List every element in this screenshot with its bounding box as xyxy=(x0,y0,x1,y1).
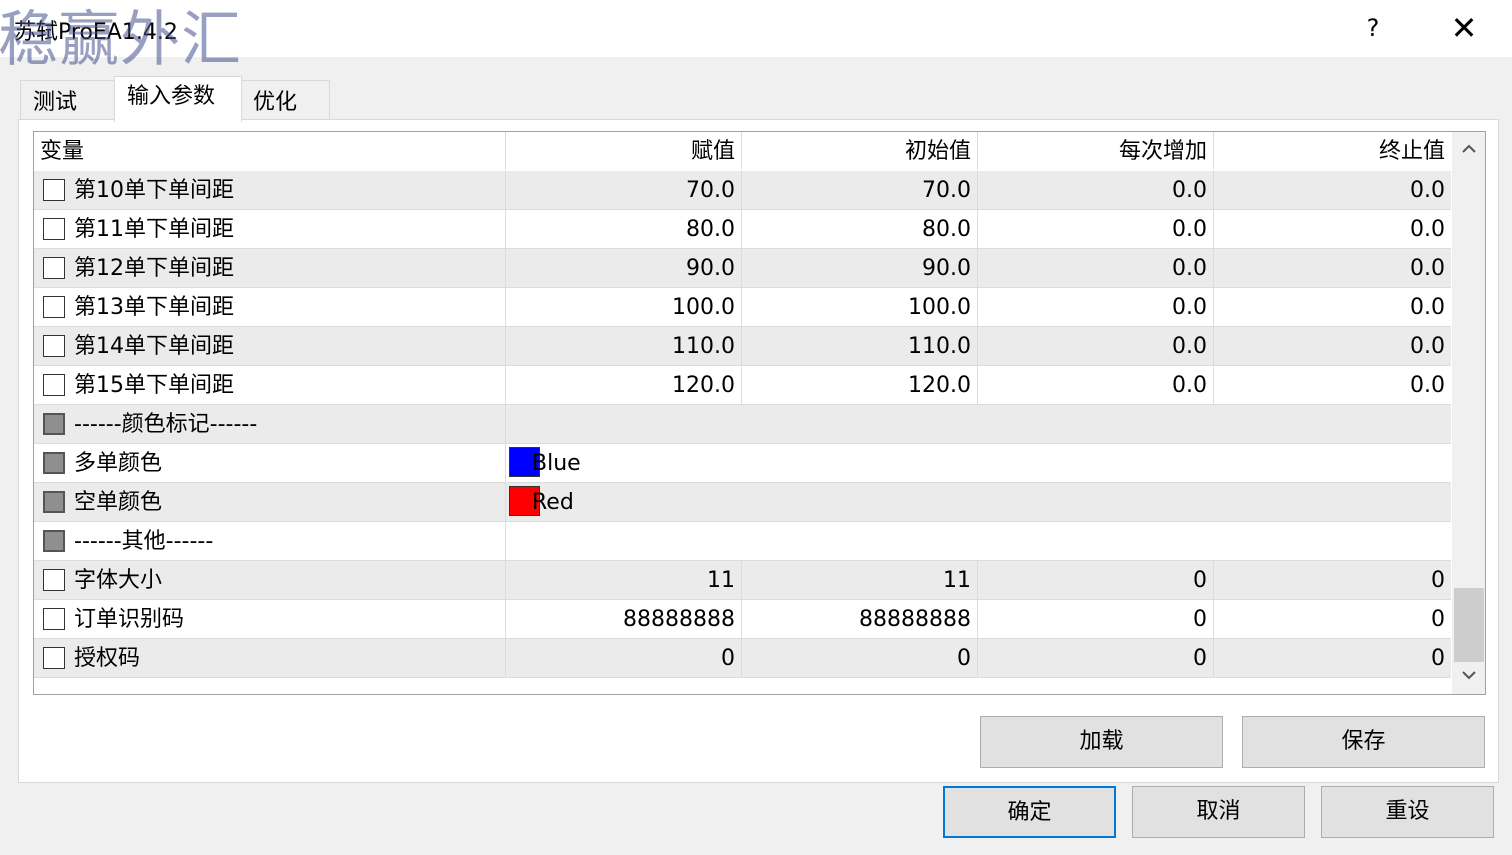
save-button[interactable]: 保存 xyxy=(1242,716,1485,768)
param-name: 授权码 xyxy=(34,639,506,677)
param-start[interactable]: 110.0 xyxy=(742,327,978,365)
param-name: 字体大小 xyxy=(34,561,506,599)
param-value[interactable]: 120.0 xyxy=(506,366,742,404)
param-name: 订单识别码 xyxy=(34,600,506,638)
param-start[interactable]: 90.0 xyxy=(742,249,978,287)
param-value[interactable]: Blue xyxy=(506,444,1451,482)
table-row[interactable]: 第13单下单间距 100.0 100.0 0.0 0.0 xyxy=(34,288,1451,327)
param-value[interactable]: 110.0 xyxy=(506,327,742,365)
title-bar: 苏轼ProEA1.4.2 稳赢外汇 ? ✕ xyxy=(0,0,1512,75)
table-row[interactable]: 授权码 0 0 0 0 xyxy=(34,639,1451,678)
table-row[interactable]: 订单识别码 88888888 88888888 0 0 xyxy=(34,600,1451,639)
table-row[interactable]: 空单颜色 Red xyxy=(34,483,1451,522)
parameters-grid: 变量 赋值 初始值 每次增加 终止值 第10单下单间距 70.0 70.0 0.… xyxy=(33,131,1486,695)
param-step[interactable]: 0.0 xyxy=(978,249,1214,287)
header-variable[interactable]: 变量 xyxy=(34,132,506,170)
param-stop[interactable]: 0 xyxy=(1214,639,1451,677)
param-start[interactable]: 11 xyxy=(742,561,978,599)
tab-optimize[interactable]: 优化 xyxy=(240,80,330,120)
param-value[interactable]: 100.0 xyxy=(506,288,742,326)
reset-button[interactable]: 重设 xyxy=(1321,786,1494,838)
param-start[interactable]: 120.0 xyxy=(742,366,978,404)
table-row[interactable]: 字体大小 11 11 0 0 xyxy=(34,561,1451,600)
param-step[interactable]: 0 xyxy=(978,561,1214,599)
param-name: 第12单下单间距 xyxy=(34,249,506,287)
vertical-scrollbar[interactable] xyxy=(1452,132,1485,694)
param-start[interactable]: 70.0 xyxy=(742,171,978,209)
param-value[interactable] xyxy=(506,522,1451,560)
param-name: ------颜色标记------ xyxy=(34,405,506,443)
load-button[interactable]: 加载 xyxy=(980,716,1223,768)
close-button[interactable]: ✕ xyxy=(1446,10,1482,46)
window-title: 苏轼ProEA1.4.2 xyxy=(14,20,178,45)
param-value[interactable]: Red xyxy=(506,483,1451,521)
param-stop[interactable]: 0.0 xyxy=(1214,366,1451,404)
header-value[interactable]: 赋值 xyxy=(506,132,742,170)
table-row[interactable]: 第10单下单间距 70.0 70.0 0.0 0.0 xyxy=(34,171,1451,210)
param-stop[interactable]: 0 xyxy=(1214,600,1451,638)
param-step[interactable]: 0.0 xyxy=(978,366,1214,404)
cancel-button[interactable]: 取消 xyxy=(1132,786,1305,838)
param-stop[interactable]: 0.0 xyxy=(1214,327,1451,365)
ok-button[interactable]: 确定 xyxy=(943,786,1116,838)
param-name: 空单颜色 xyxy=(34,483,506,521)
table-row[interactable]: 第15单下单间距 120.0 120.0 0.0 0.0 xyxy=(34,366,1451,405)
param-stop[interactable]: 0.0 xyxy=(1214,288,1451,326)
param-start[interactable]: 0 xyxy=(742,639,978,677)
chevron-down-icon[interactable] xyxy=(1452,658,1485,694)
table-row[interactable]: 第14单下单间距 110.0 110.0 0.0 0.0 xyxy=(34,327,1451,366)
param-step[interactable]: 0.0 xyxy=(978,171,1214,209)
param-name: 第15单下单间距 xyxy=(34,366,506,404)
table-row[interactable]: 多单颜色 Blue xyxy=(34,444,1451,483)
param-step[interactable]: 0 xyxy=(978,639,1214,677)
table-row[interactable]: ------其他------ xyxy=(34,522,1451,561)
param-stop[interactable]: 0.0 xyxy=(1214,249,1451,287)
table-row[interactable]: 第12单下单间距 90.0 90.0 0.0 0.0 xyxy=(34,249,1451,288)
param-name: 第11单下单间距 xyxy=(34,210,506,248)
help-button[interactable]: ? xyxy=(1356,10,1390,46)
param-value[interactable]: 11 xyxy=(506,561,742,599)
chevron-up-icon[interactable] xyxy=(1452,132,1485,168)
param-start[interactable]: 88888888 xyxy=(742,600,978,638)
grid-header: 变量 赋值 初始值 每次增加 终止值 xyxy=(34,132,1451,171)
table-row[interactable]: 第11单下单间距 80.0 80.0 0.0 0.0 xyxy=(34,210,1451,249)
param-value[interactable]: 70.0 xyxy=(506,171,742,209)
param-value[interactable]: 80.0 xyxy=(506,210,742,248)
param-step[interactable]: 0.0 xyxy=(978,327,1214,365)
param-stop[interactable]: 0.0 xyxy=(1214,171,1451,209)
param-name: 多单颜色 xyxy=(34,444,506,482)
param-name: 第14单下单间距 xyxy=(34,327,506,365)
table-row[interactable]: ------颜色标记------ xyxy=(34,405,1451,444)
param-value[interactable]: 0 xyxy=(506,639,742,677)
param-start[interactable]: 100.0 xyxy=(742,288,978,326)
param-stop[interactable]: 0 xyxy=(1214,561,1451,599)
header-step[interactable]: 每次增加 xyxy=(978,132,1214,170)
param-name: ------其他------ xyxy=(34,522,506,560)
param-name: 第10单下单间距 xyxy=(34,171,506,209)
tab-test[interactable]: 测试 xyxy=(20,80,116,120)
header-stop[interactable]: 终止值 xyxy=(1214,132,1451,170)
param-stop[interactable]: 0.0 xyxy=(1214,210,1451,248)
param-value[interactable]: 88888888 xyxy=(506,600,742,638)
param-step[interactable]: 0.0 xyxy=(978,288,1214,326)
param-start[interactable]: 80.0 xyxy=(742,210,978,248)
header-start[interactable]: 初始值 xyxy=(742,132,978,170)
param-value[interactable]: 90.0 xyxy=(506,249,742,287)
scrollbar-thumb[interactable] xyxy=(1454,588,1484,662)
param-name: 第13单下单间距 xyxy=(34,288,506,326)
param-step[interactable]: 0.0 xyxy=(978,210,1214,248)
param-value[interactable] xyxy=(506,405,1451,443)
param-step[interactable]: 0 xyxy=(978,600,1214,638)
tab-inputs[interactable]: 输入参数 xyxy=(114,76,242,122)
